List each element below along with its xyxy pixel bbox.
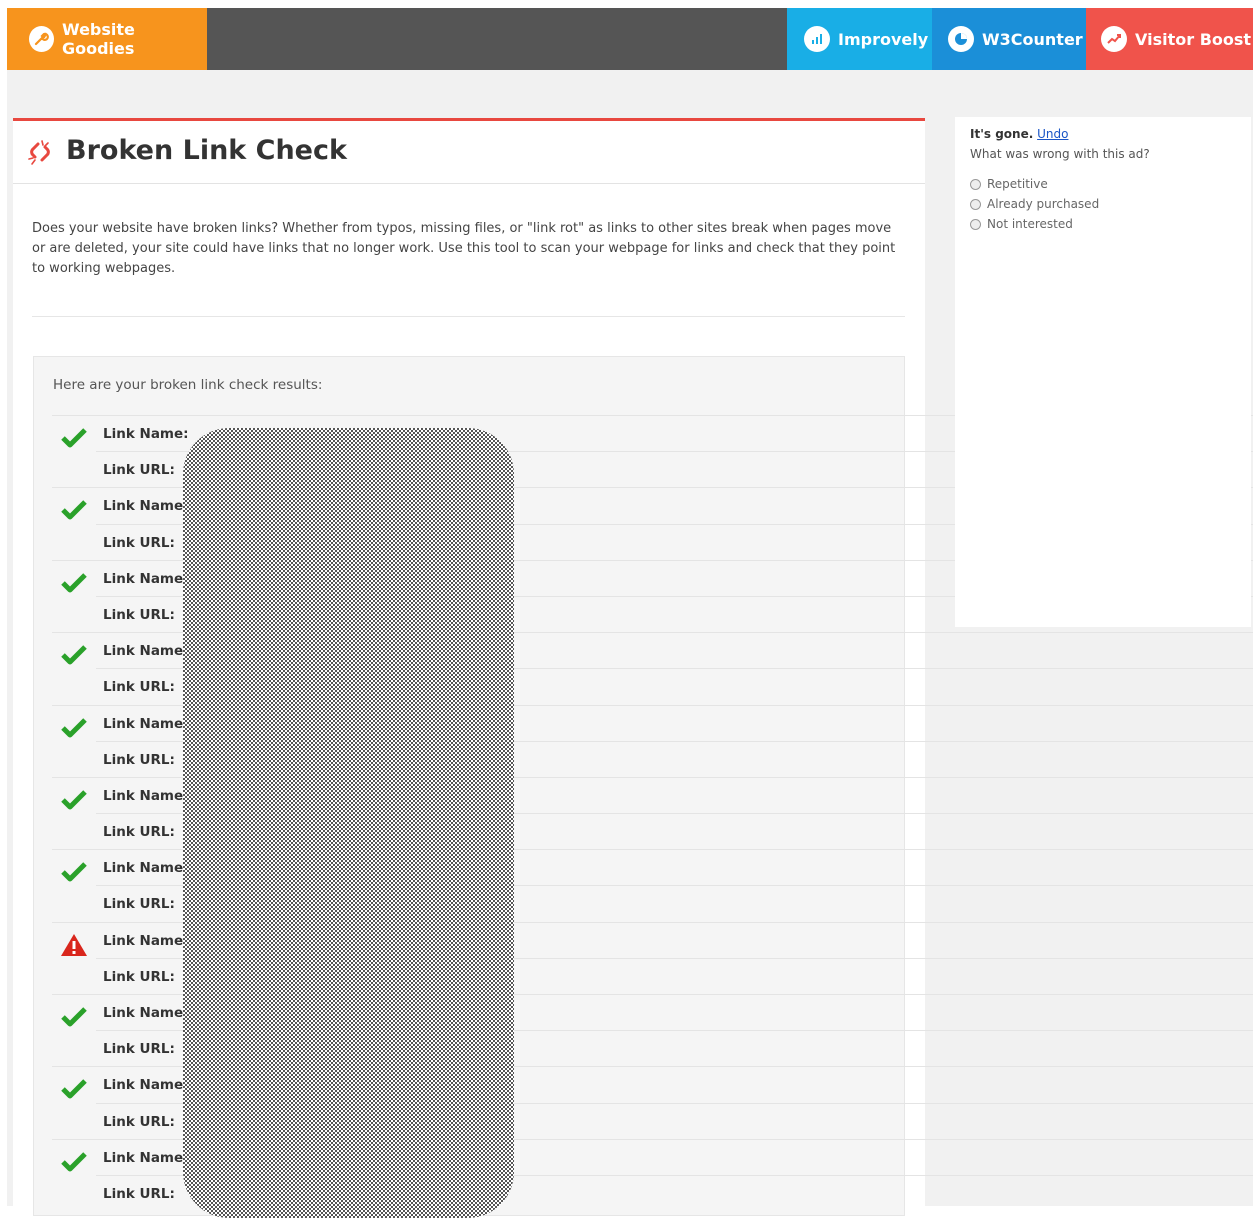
link-name-label: Link Name: [103, 570, 189, 587]
option-label: Not interested [987, 217, 1073, 231]
link-name-label: Link Name: [103, 715, 189, 732]
check-icon [60, 426, 88, 450]
ad-gone-text: It's gone. [970, 127, 1034, 141]
nav-website-goodies[interactable]: Website Goodies [7, 8, 207, 70]
trend-up-icon [1101, 26, 1127, 52]
option-repetitive[interactable]: Repetitive [970, 177, 1048, 191]
check-icon [60, 788, 88, 812]
link-name-label: Link Name: [103, 860, 189, 877]
results-heading: Here are your broken link check results: [53, 377, 323, 393]
page-title: Broken Link Check [66, 135, 347, 166]
link-name-label: Link Name: [103, 643, 189, 660]
link-name-label: Link Name: [103, 426, 189, 442]
broken-link-icon [26, 138, 54, 171]
nav-w3counter-label: W3Counter [982, 29, 1083, 49]
link-url-label: Link URL: [103, 1185, 175, 1202]
title-bar: Broken Link Check [13, 121, 925, 184]
option-label: Repetitive [987, 177, 1048, 191]
check-icon [60, 716, 88, 740]
brand-label: Website Goodies [61, 20, 135, 58]
link-url-label: Link URL: [103, 968, 175, 985]
ad-feedback-panel: It's gone. Undo What was wrong with this… [955, 117, 1251, 627]
link-url-label: Link URL: [103, 824, 175, 841]
link-url-label: Link URL: [103, 1113, 175, 1130]
tool-description: Does your website have broken links? Whe… [32, 221, 896, 276]
link-name-label: Link Name: [103, 787, 189, 804]
ad-feedback-question: What was wrong with this ad? [970, 147, 1150, 161]
check-icon [60, 1005, 88, 1029]
check-icon [60, 571, 88, 595]
nav-w3counter[interactable]: W3Counter [932, 8, 1086, 70]
link-name-label: Link Name: [103, 1077, 189, 1094]
link-name-label: Link Name: [103, 498, 189, 515]
check-icon [60, 643, 88, 667]
warning-icon [60, 933, 88, 957]
option-already-purchased[interactable]: Already purchased [970, 197, 1099, 211]
link-url-label: Link URL: [103, 534, 175, 551]
link-url-label: Link URL: [103, 679, 175, 696]
check-icon [60, 1150, 88, 1174]
pie-chart-icon [948, 26, 974, 52]
top-navigation: Website Goodies Improvely W3Counter Visi… [7, 8, 1253, 70]
link-url-label: Link URL: [103, 896, 175, 913]
nav-improvely[interactable]: Improvely [787, 8, 932, 70]
link-name-label: Link Name: [103, 932, 189, 949]
link-url-label: Link URL: [103, 1041, 175, 1058]
check-icon [60, 1077, 88, 1101]
link-url-label: Link URL: [103, 606, 175, 623]
nav-improvely-label: Improvely [838, 29, 929, 49]
undo-link[interactable]: Undo [1037, 127, 1068, 141]
link-url-label: Link URL: [103, 751, 175, 768]
bar-chart-icon [804, 26, 830, 52]
radio-button[interactable] [970, 218, 981, 230]
check-icon [60, 498, 88, 522]
nav-visitor-boost[interactable]: Visitor Boost [1086, 8, 1253, 70]
option-label: Already purchased [987, 197, 1100, 211]
ad-gone-message: It's gone. Undo [970, 127, 1068, 141]
redacted-region [183, 428, 514, 1218]
divider [32, 316, 905, 317]
option-not-interested[interactable]: Not interested [970, 217, 1073, 231]
wrench-icon [29, 26, 54, 52]
radio-button[interactable] [970, 198, 981, 210]
link-name-label: Link Name: [103, 1005, 189, 1021]
radio-button[interactable] [970, 178, 981, 190]
link-url-label: Link URL: [103, 462, 175, 479]
link-name-label: Link Name: [103, 1149, 189, 1166]
nav-visitor-boost-label: Visitor Boost [1135, 29, 1252, 49]
check-icon [60, 860, 88, 884]
